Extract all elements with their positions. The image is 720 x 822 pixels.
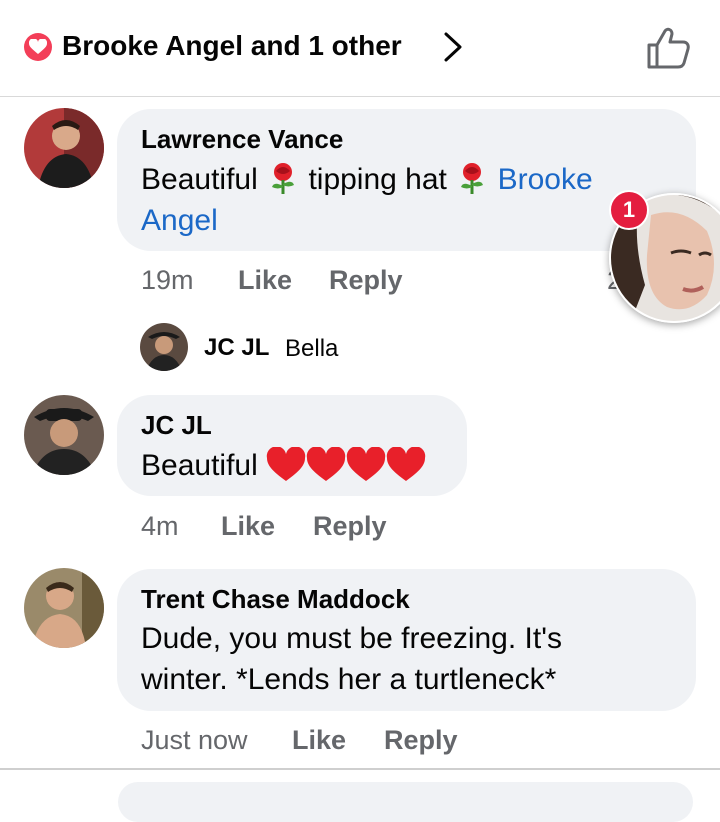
comment-author[interactable]: JC JL <box>141 410 212 441</box>
avatar[interactable] <box>140 323 188 371</box>
heart-emoji-icon <box>306 447 346 481</box>
avatar[interactable] <box>24 108 104 188</box>
comment-text: Beautiful tipping hat Brooke <box>141 159 661 200</box>
reply-button[interactable]: Reply <box>384 725 458 756</box>
mention-link[interactable]: Angel <box>141 200 218 241</box>
comment-text-part: Beautiful <box>141 449 258 482</box>
reply-text[interactable]: Bella <box>285 335 338 363</box>
comment-text: Beautiful <box>141 445 426 486</box>
comment-time: 19m <box>141 265 194 295</box>
rose-emoji-icon <box>461 163 484 194</box>
heart-emoji-icon <box>386 447 426 481</box>
reply-button[interactable]: Reply <box>329 265 403 296</box>
divider <box>0 768 720 770</box>
heart-reaction-icon <box>24 33 52 61</box>
chevron-right-icon[interactable] <box>440 30 466 64</box>
avatar[interactable] <box>24 395 104 475</box>
mention-link[interactable]: Brooke <box>498 163 593 196</box>
avatar[interactable] <box>24 568 104 648</box>
reply-button[interactable]: Reply <box>313 511 387 542</box>
reactions-summary[interactable]: Brooke Angel and 1 other <box>62 30 402 62</box>
rose-emoji-icon <box>272 163 295 194</box>
comment-text: winter. *Lends her a turtleneck* <box>141 663 557 696</box>
comment-time: Just now <box>141 725 248 755</box>
reactions-header[interactable]: Brooke Angel and 1 other <box>0 0 720 97</box>
reply-author[interactable]: JC JL <box>204 334 269 362</box>
comment-bubble[interactable] <box>118 782 693 822</box>
comment-author[interactable]: Trent Chase Maddock <box>141 584 410 615</box>
thumbs-up-icon[interactable] <box>645 27 691 69</box>
comment-text: Dude, you must be freezing. It's <box>141 622 562 655</box>
like-button[interactable]: Like <box>221 511 275 542</box>
notification-badge: 1 <box>609 190 649 230</box>
like-button[interactable]: Like <box>292 725 346 756</box>
heart-emoji-icon <box>346 447 386 481</box>
comment-text-part: tipping hat <box>308 163 447 196</box>
comment-text-part: Beautiful <box>141 163 258 196</box>
like-button[interactable]: Like <box>238 265 292 296</box>
comment-author[interactable]: Lawrence Vance <box>141 124 343 155</box>
comment-time: 4m <box>141 511 179 541</box>
heart-emoji-icon <box>266 447 306 481</box>
